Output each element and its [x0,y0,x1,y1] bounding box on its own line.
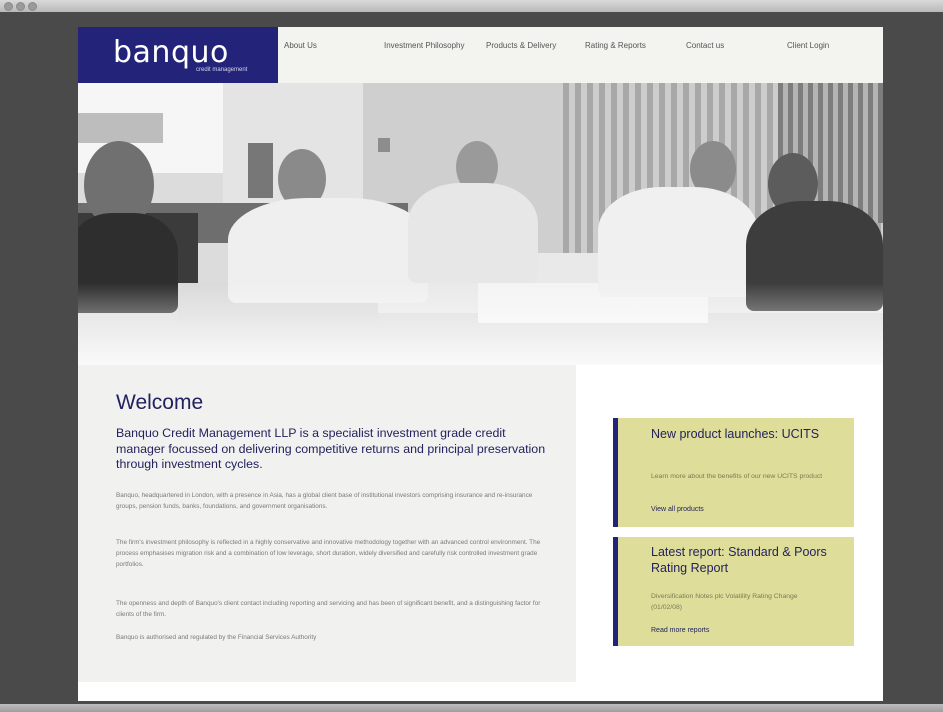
web-page: banquo credit management About Us Invest… [78,27,883,701]
close-window-icon[interactable] [4,2,13,11]
nav-client-login[interactable]: Client Login [787,41,829,50]
welcome-section: Welcome Banquo Credit Management LLP is … [78,365,576,682]
promo-rating-report: Latest report: Standard & Poors Rating R… [613,537,854,646]
welcome-paragraph: Banquo, headquartered in London, with a … [116,492,533,510]
promo-text: Learn more about the benefits of our new… [651,473,823,480]
nav-investment-philosophy[interactable]: Investment Philosophy [384,41,465,50]
promo-title: New product launches: UCITS [651,427,820,441]
minimize-window-icon[interactable] [16,2,25,11]
nav-about-us[interactable]: About Us [284,41,317,50]
site-header: banquo credit management About Us Invest… [78,27,883,83]
nav-products-delivery[interactable]: Products & Delivery [486,41,556,50]
nav-contact-us[interactable]: Contact us [686,41,724,50]
site-logo[interactable]: banquo credit management [78,27,278,83]
promo-text: Diversification Notes plc Volatility Rat… [651,593,798,611]
zoom-window-icon[interactable] [28,2,37,11]
nav-rating-reports[interactable]: Rating & Reports [585,41,646,50]
window-bottom-bar [0,704,943,712]
window-controls[interactable] [4,2,37,11]
promo-title: Latest report: Standard & Poors Rating R… [651,545,827,575]
welcome-title: Welcome [116,391,204,414]
hero-photo [78,83,883,365]
logo-wordmark: banquo [113,35,229,70]
welcome-paragraph: The firm's investment philosophy is refl… [116,539,541,568]
logo-tagline: credit management [196,67,248,73]
view-all-products-link[interactable]: View all products [651,506,704,513]
window-titlebar [0,0,943,12]
welcome-lead: Banquo Credit Management LLP is a specia… [116,426,546,471]
welcome-paragraph: The openness and depth of Banquo's clien… [116,600,541,618]
read-more-reports-link[interactable]: Read more reports [651,627,709,634]
welcome-paragraph: Banquo is authorised and regulated by th… [116,634,317,641]
promo-ucits: New product launches: UCITS Learn more a… [613,418,854,527]
